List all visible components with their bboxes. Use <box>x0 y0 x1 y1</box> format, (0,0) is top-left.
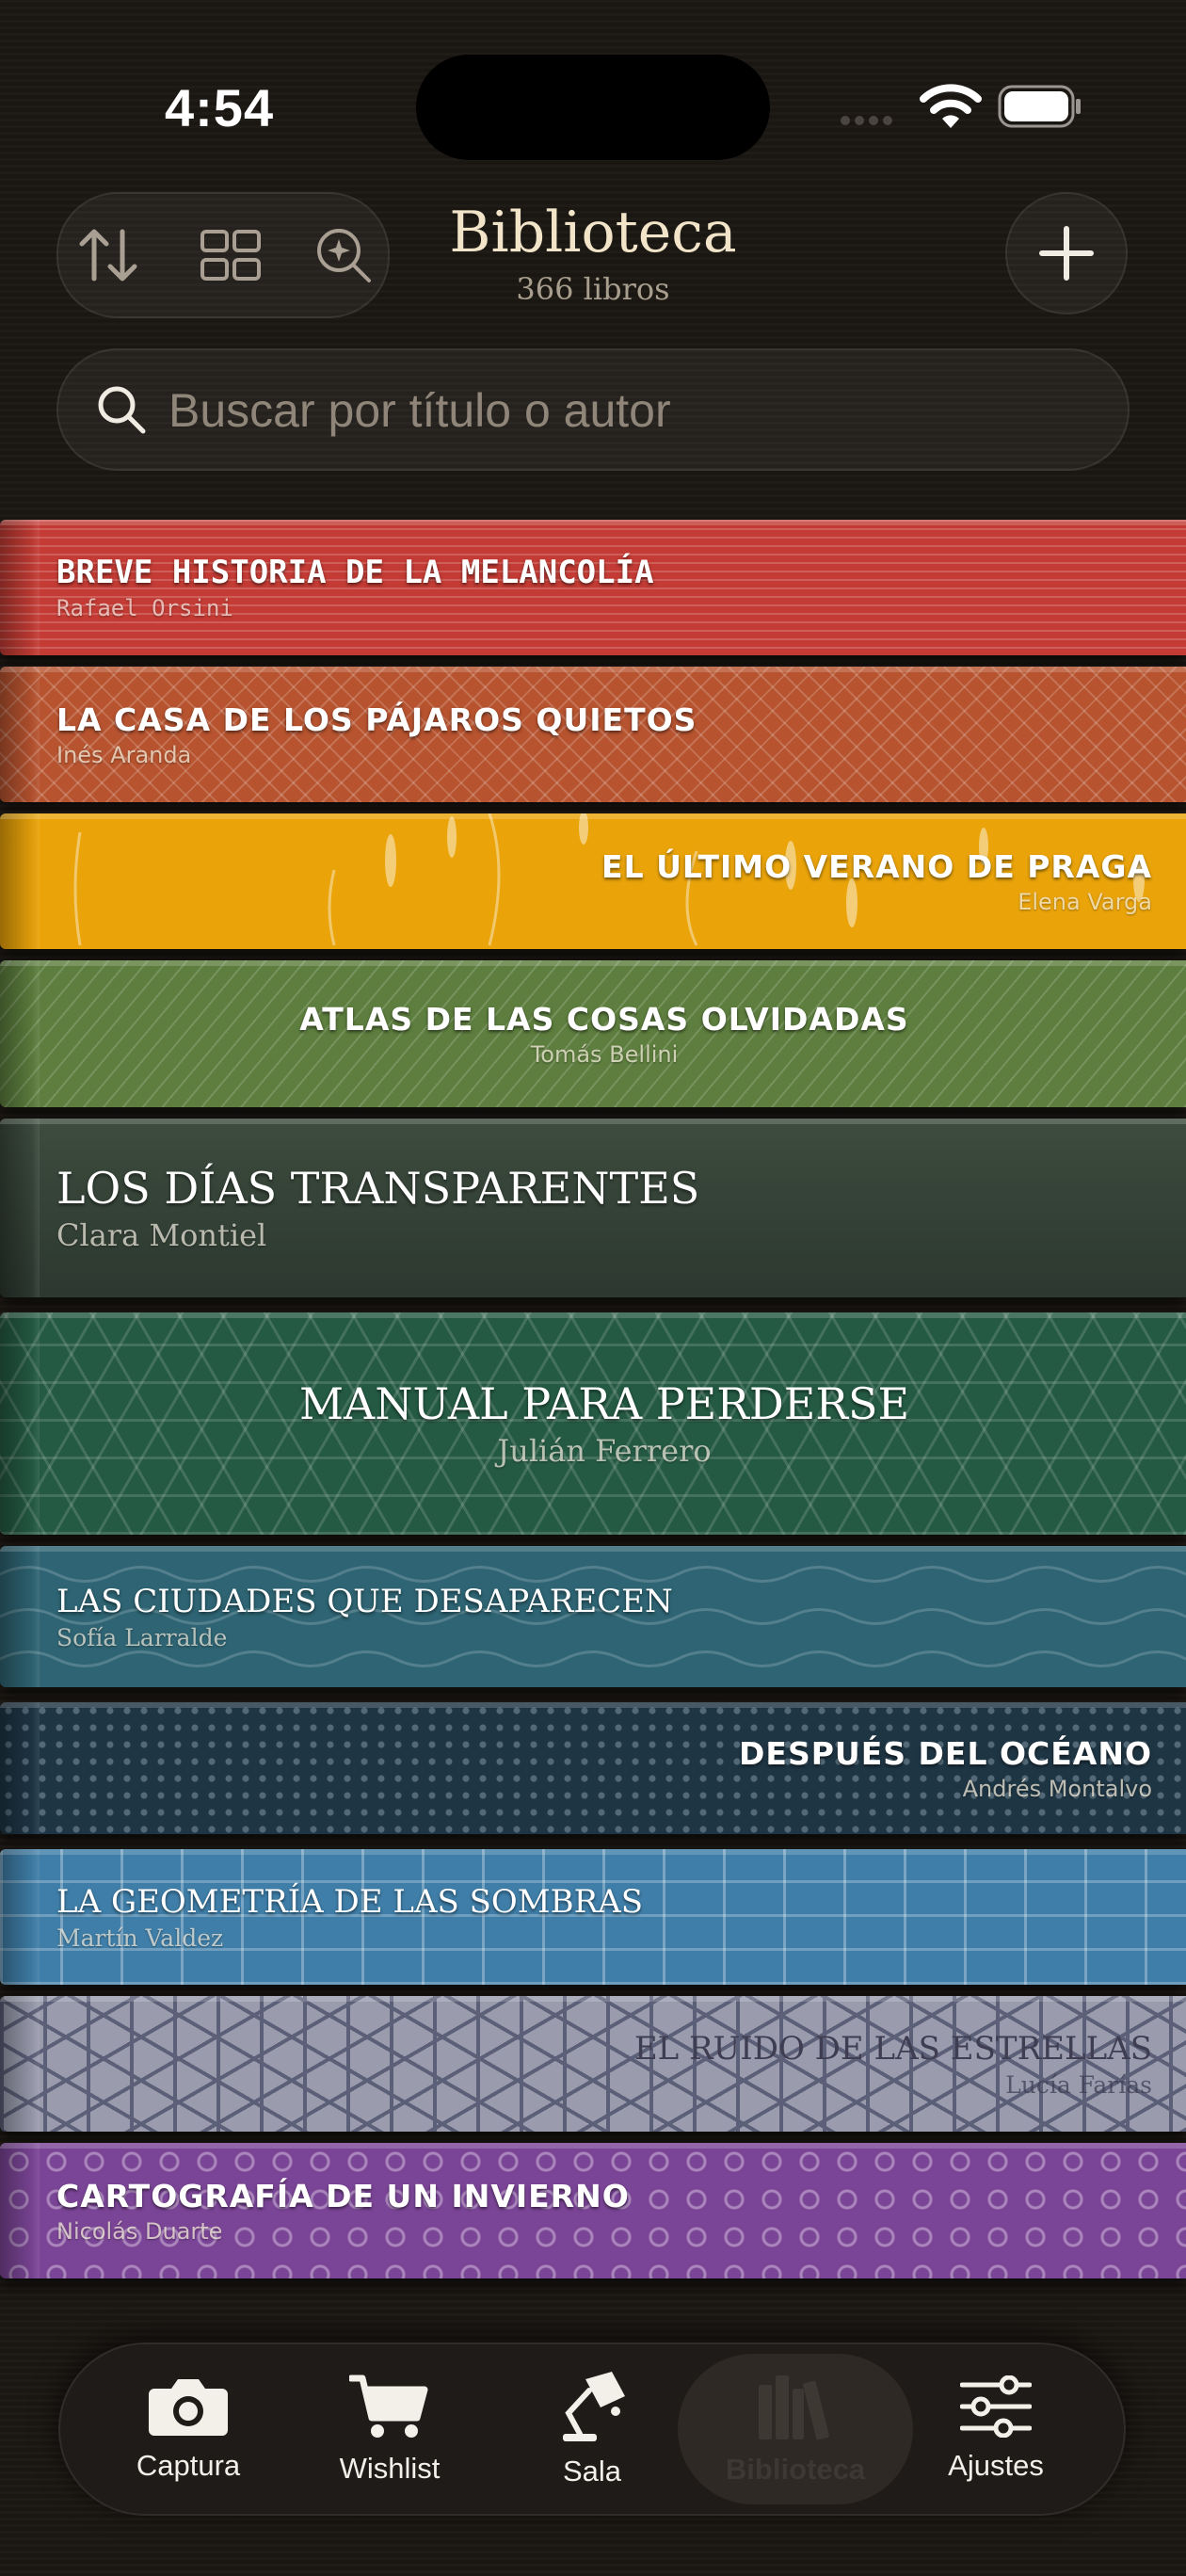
tab-sala[interactable]: Sala <box>498 2354 686 2504</box>
wifi-icon <box>918 81 984 135</box>
search-input[interactable] <box>167 377 1093 444</box>
book-spine[interactable]: MANUAL PARA PERDERSE Julián Ferrero <box>0 1312 1186 1535</box>
cart-icon <box>349 2375 428 2438</box>
book-spine[interactable]: EL ÚLTIMO VERANO DE PRAGA Elena Varga <box>0 813 1186 949</box>
book-spine[interactable]: CARTOGRAFÍA DE UN INVIERNO Nicolás Duarte <box>0 2143 1186 2278</box>
book-spine[interactable]: DESPUÉS DEL OCÉANO Andrés Montalvo <box>0 1702 1186 1834</box>
tab-ajustes[interactable]: Ajustes <box>902 2354 1090 2504</box>
search-bar <box>56 348 1130 471</box>
book-author: Andrés Montalvo <box>962 1775 1152 1802</box>
tab-label: Captura <box>136 2449 241 2482</box>
desk-lamp-icon <box>563 2372 625 2441</box>
add-book-button[interactable] <box>1005 192 1128 314</box>
grid-view-icon[interactable] <box>198 222 264 288</box>
book-title: EL RUIDO DE LAS ESTRELLAS <box>633 2029 1152 2068</box>
book-title: DESPUÉS DEL OCÉANO <box>739 1734 1152 1772</box>
book-title: CARTOGRAFÍA DE UN INVIERNO <box>56 2177 630 2214</box>
book-title: MANUAL PARA PERDERSE <box>298 1378 910 1429</box>
books-icon <box>759 2375 829 2440</box>
sort-icon[interactable] <box>75 222 141 288</box>
book-author: Inés Aranda <box>56 741 192 768</box>
book-title: LOS DÍAS TRANSPARENTES <box>56 1163 700 1214</box>
book-title: LA GEOMETRÍA DE LAS SOMBRAS <box>56 1882 644 1921</box>
book-spine[interactable]: ATLAS DE LAS COSAS OLVIDADAS Tomás Bellin… <box>0 960 1186 1107</box>
cellular-signal-icon <box>841 113 897 130</box>
tab-label: Biblioteca <box>725 2453 866 2486</box>
sliders-icon <box>960 2375 1032 2438</box>
book-author: Julián Ferrero <box>497 1433 712 1469</box>
search-icon <box>96 384 147 440</box>
book-title: BREVE HISTORIA DE LA MELANCOLÍA <box>56 554 654 591</box>
book-author: Lucía Farías <box>1005 2070 1152 2099</box>
book-spine[interactable]: LA CASA DE LOS PÁJAROS QUIETOS Inés Arand… <box>0 667 1186 802</box>
tab-biblioteca[interactable]: Biblioteca <box>678 2354 913 2504</box>
book-author: Sofía Larralde <box>56 1623 228 1651</box>
camera-icon <box>149 2379 228 2436</box>
book-title: EL ÚLTIMO VERANO DE PRAGA <box>601 847 1152 885</box>
tab-label: Sala <box>562 2455 622 2487</box>
book-spine[interactable]: LAS CIUDADES QUE DESAPARECEN Sofía Larral… <box>0 1546 1186 1687</box>
status-time: 4:54 <box>165 78 275 137</box>
plus-icon <box>1039 226 1094 281</box>
book-spine[interactable]: LA GEOMETRÍA DE LAS SOMBRAS Martín Valdez <box>0 1849 1186 1985</box>
book-spine[interactable]: EL RUIDO DE LAS ESTRELLAS Lucía Farías <box>0 1996 1186 2132</box>
page-title: Biblioteca <box>449 200 737 266</box>
book-author: Martín Valdez <box>56 1924 224 1952</box>
tab-captura[interactable]: Captura <box>94 2354 282 2504</box>
battery-icon <box>998 85 1082 128</box>
dynamic-island <box>416 55 770 160</box>
book-title: LAS CIUDADES QUE DESAPARECEN <box>56 1582 673 1620</box>
tab-label: Wishlist <box>339 2452 441 2485</box>
book-author: Clara Montiel <box>56 1217 267 1253</box>
tab-label: Ajustes <box>948 2449 1044 2482</box>
book-spine[interactable]: BREVE HISTORIA DE LA MELANCOLÍA Rafael Or… <box>0 520 1186 655</box>
book-author: Tomás Bellini <box>530 1040 679 1068</box>
book-title: LA CASA DE LOS PÁJAROS QUIETOS <box>56 700 697 738</box>
book-author: Elena Varga <box>1018 888 1152 915</box>
book-title: ATLAS DE LAS COSAS OLVIDADAS <box>299 1000 909 1038</box>
book-author: Nicolás Duarte <box>56 2217 223 2245</box>
book-count: 366 libros <box>516 271 670 307</box>
book-author: Rafael Orsini <box>56 595 233 621</box>
book-spine[interactable]: LOS DÍAS TRANSPARENTES Clara Montiel <box>0 1119 1186 1297</box>
tab-wishlist[interactable]: Wishlist <box>296 2354 484 2504</box>
